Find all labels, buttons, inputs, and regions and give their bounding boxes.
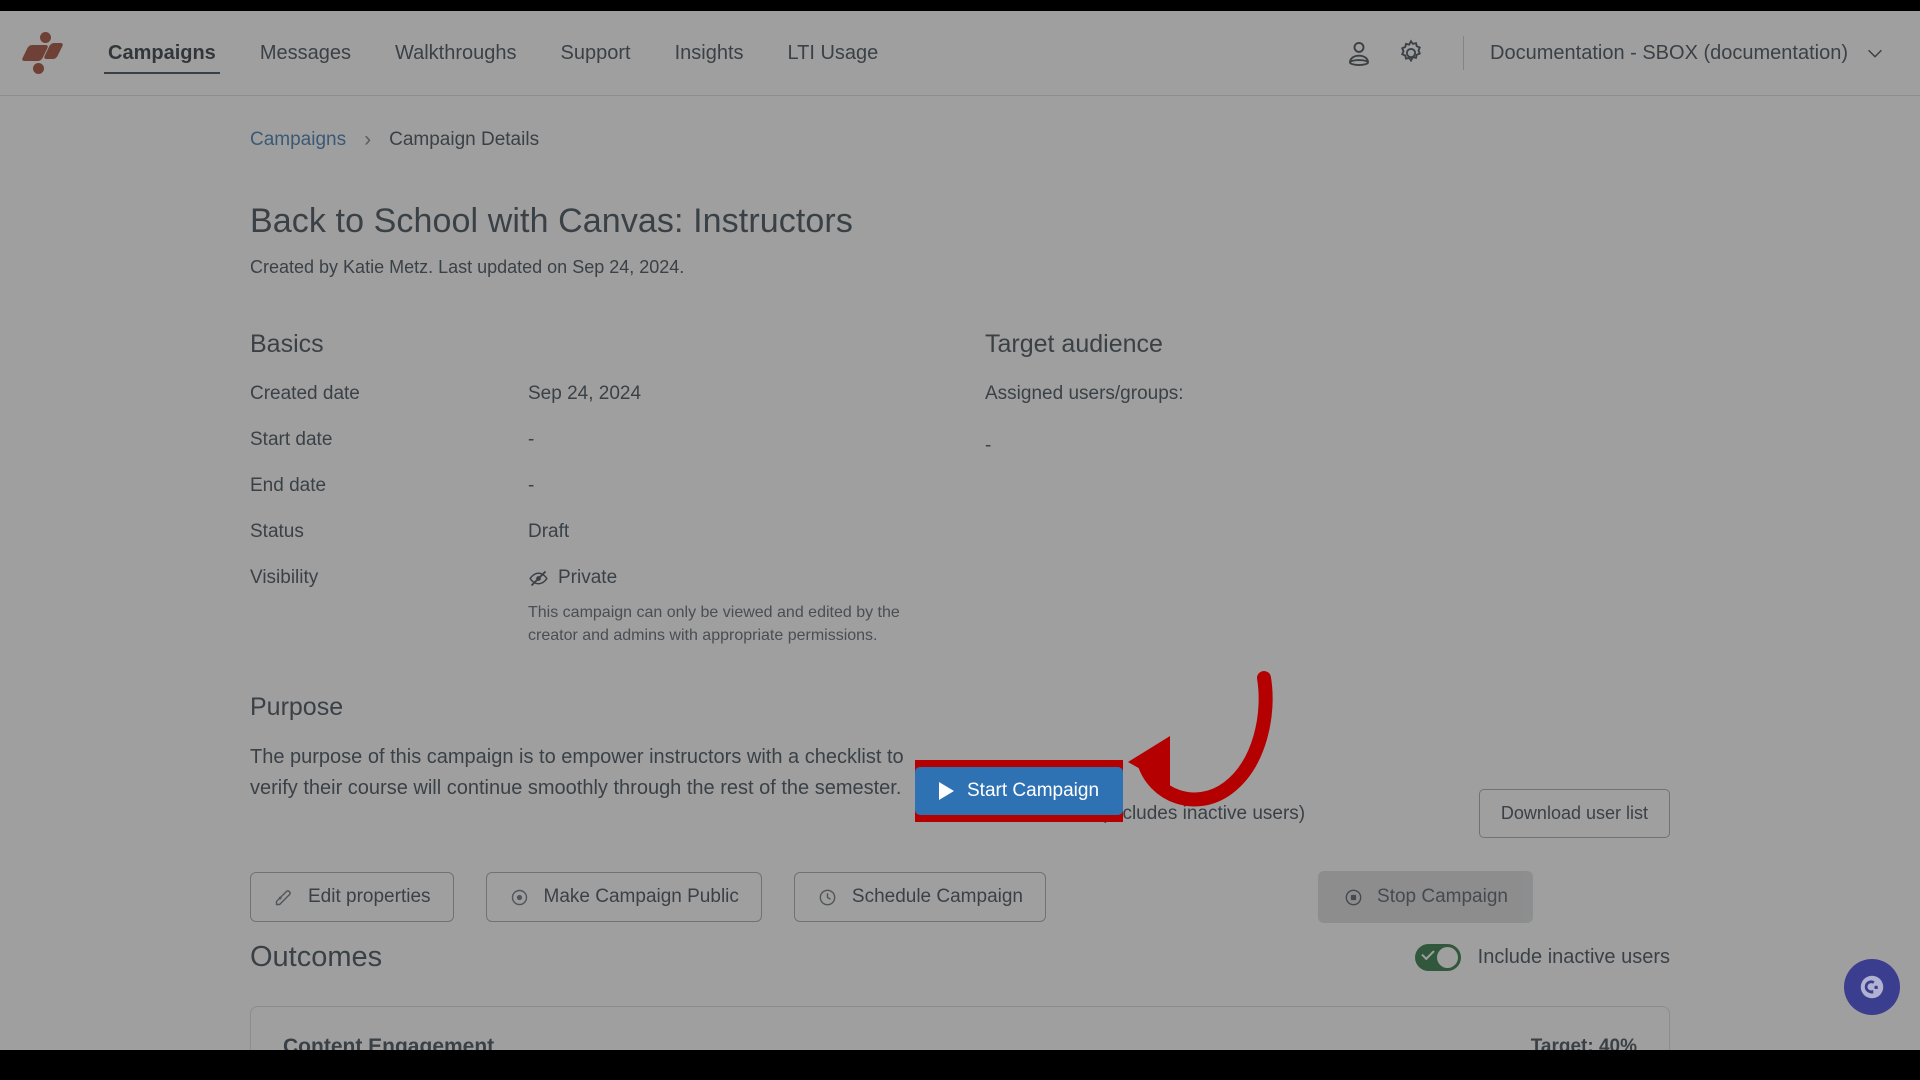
make-campaign-public-button[interactable]: Make Campaign Public (485, 872, 762, 922)
campaign-action-buttons: Edit properties Make Campaign Public Sch… (250, 871, 1533, 923)
include-inactive-users-label: Include inactive users (1477, 946, 1670, 968)
basics-row-status: Status Draft (250, 521, 985, 543)
nav-tab-messages[interactable]: Messages (238, 11, 373, 96)
letterbox-bottom (0, 1050, 1920, 1080)
nav-tab-walkthroughs[interactable]: Walkthroughs (373, 11, 539, 96)
letterbox-top (0, 0, 1920, 11)
include-inactive-users-toggle[interactable] (1414, 944, 1461, 971)
include-inactive-users-control[interactable]: Include inactive users (1414, 944, 1670, 971)
stop-campaign-label: Stop Campaign (1377, 886, 1508, 907)
basics-row-created-date: Created date Sep 24, 2024 (250, 383, 985, 405)
outcomes-heading: Outcomes (250, 941, 383, 973)
nav-tab-insights[interactable]: Insights (653, 11, 766, 96)
download-user-list-button[interactable]: Download user list (1478, 789, 1670, 838)
basics-label: End date (250, 475, 327, 496)
basics-row-end-date: End date - (250, 475, 985, 497)
page-title: Back to School with Canvas: Instructors (250, 202, 853, 240)
edit-properties-button[interactable]: Edit properties (250, 872, 454, 922)
basics-label: Created date (250, 383, 360, 404)
nav-tab-lti-usage[interactable]: LTI Usage (766, 11, 901, 96)
toggle-knob (1436, 947, 1458, 968)
assigned-users-label: Assigned users/groups: (985, 383, 1184, 404)
basics-section: Basics Created date Sep 24, 2024 Start d… (250, 330, 985, 803)
outcomes-card-title: Content Engagement (283, 1035, 495, 1050)
purpose-heading: Purpose (250, 693, 344, 722)
outcomes-card: Content Engagement Target: 40% % Message… (250, 1006, 1670, 1050)
clock-icon (819, 889, 836, 905)
make-campaign-public-label: Make Campaign Public (543, 886, 739, 907)
outcomes-header: Outcomes Include inactive users (250, 941, 1670, 974)
pencil-icon (275, 889, 291, 905)
visibility-label: Visibility (250, 567, 319, 588)
schedule-campaign-button[interactable]: Schedule Campaign (793, 872, 1047, 922)
basics-value: - (528, 475, 535, 496)
nav-tab-campaigns[interactable]: Campaigns (86, 11, 238, 96)
chevron-down-icon (1868, 49, 1882, 58)
breadcrumb-chevron-icon: › (364, 128, 372, 151)
gear-icon[interactable] (1385, 27, 1437, 79)
basics-value: - (528, 429, 535, 450)
basics-label: Start date (250, 429, 333, 450)
user-count-row: User count: 0 (Includes inactive users) … (982, 789, 1670, 838)
visibility-note: This campaign can only be viewed and edi… (528, 604, 900, 645)
user-count-text: User count: 0 (Includes inactive users) (982, 802, 1306, 824)
visibility-text: Private (558, 567, 618, 588)
breadcrumb: Campaigns › Campaign Details (250, 96, 1670, 152)
person-icon[interactable] (1333, 27, 1385, 79)
logo-mark-icon (21, 32, 64, 74)
basics-heading: Basics (250, 330, 324, 358)
purpose-text: The purpose of this campaign is to empow… (250, 746, 904, 799)
nav-tab-support[interactable]: Support (539, 11, 653, 96)
basics-label: Status (250, 521, 304, 542)
stop-icon (1345, 889, 1362, 905)
page-subtitle: Created by Katie Metz. Last updated on S… (250, 257, 685, 277)
account-label: Documentation - SBOX (documentation) (1490, 41, 1848, 64)
details-columns: Basics Created date Sep 24, 2024 Start d… (250, 330, 1670, 803)
account-switcher[interactable]: Documentation - SBOX (documentation) (1490, 42, 1886, 65)
basics-row-visibility: Visibility Private (250, 567, 985, 589)
header-right-controls: Documentation - SBOX (documentation) (1333, 11, 1920, 96)
target-audience-heading: Target audience (985, 330, 1163, 358)
page-content: Campaigns › Campaign Details Back to Sch… (0, 96, 1920, 1050)
app-header: Campaigns Messages Walkthroughs Support … (0, 11, 1920, 96)
target-audience-section: Target audience Assigned users/groups: - (985, 330, 1670, 803)
app-window: Campaigns Messages Walkthroughs Support … (0, 0, 1920, 1080)
eye-off-icon (529, 570, 548, 586)
schedule-campaign-label: Schedule Campaign (851, 886, 1024, 907)
visibility-value-group: Private (528, 567, 985, 589)
main-navigation: Campaigns Messages Walkthroughs Support … (86, 11, 900, 96)
stop-campaign-button: Stop Campaign (1318, 871, 1533, 923)
outcomes-card-header: Content Engagement Target: 40% (283, 1035, 1637, 1050)
edit-properties-label: Edit properties (308, 886, 431, 907)
chat-bubble-icon[interactable] (1844, 959, 1900, 1015)
header-divider (1463, 36, 1465, 70)
status-badge: Draft (528, 521, 570, 542)
assigned-users-value: - (985, 435, 992, 456)
basics-row-start-date: Start date - (250, 429, 985, 451)
outcomes-card-target: Target: 40% (1530, 1036, 1637, 1050)
basics-value: Sep 24, 2024 (528, 383, 642, 404)
product-logo[interactable] (0, 32, 86, 74)
breadcrumb-link-campaigns[interactable]: Campaigns (250, 129, 346, 151)
breadcrumb-current: Campaign Details (389, 129, 540, 150)
check-icon (1420, 946, 1435, 961)
eye-icon (511, 889, 527, 905)
